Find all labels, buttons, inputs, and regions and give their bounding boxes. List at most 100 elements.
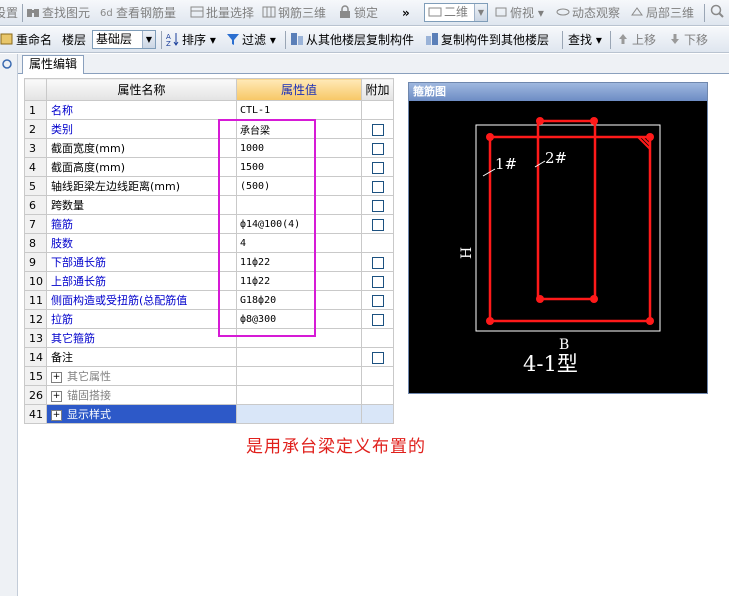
attach-checkbox[interactable] xyxy=(371,218,384,231)
row-number: 8 xyxy=(24,233,47,253)
row-number: 12 xyxy=(24,309,47,329)
row-number: 26 xyxy=(24,385,47,405)
property-name: 类别 xyxy=(46,119,237,139)
local-3d-button[interactable]: 局部三维 xyxy=(630,4,694,22)
batch-select-button[interactable]: 批量选择 xyxy=(190,4,254,22)
property-value[interactable] xyxy=(236,347,362,367)
table-row[interactable]: 15 + 其它属性 xyxy=(24,366,394,386)
filter-icon xyxy=(226,32,240,46)
property-name: + 显示样式 xyxy=(46,404,237,424)
attach-checkbox[interactable] xyxy=(371,180,384,193)
row-number: 5 xyxy=(24,176,47,196)
move-up-button[interactable]: 上移 xyxy=(616,31,656,49)
tab-property-edit[interactable]: 属性编辑 xyxy=(22,55,84,74)
property-value[interactable]: 11ф22 xyxy=(236,252,362,272)
table-row[interactable]: 26 + 锚固搭接 xyxy=(24,385,394,405)
header-corner xyxy=(24,78,47,101)
attach-checkbox[interactable] xyxy=(371,256,384,269)
rebar-dot xyxy=(486,133,494,141)
property-value[interactable] xyxy=(236,404,362,424)
top-view-icon xyxy=(494,5,508,19)
table-row[interactable]: 12 拉筋 ф8@300 xyxy=(24,309,394,329)
property-value[interactable]: ф8@300 xyxy=(236,309,362,329)
sort-button[interactable]: A Z 排序 ▾ xyxy=(166,31,216,49)
table-row[interactable]: 13 其它箍筋 xyxy=(24,328,394,348)
floor-select[interactable]: 基础层 ▼ xyxy=(92,30,156,49)
sort-icon: AZ xyxy=(166,32,180,48)
property-value[interactable]: ф14@100(4) xyxy=(236,214,362,234)
table-row[interactable]: 14 备注 xyxy=(24,347,394,367)
search-icon[interactable] xyxy=(0,54,18,74)
copy-from-other-floor-button[interactable]: 从其他楼层复制构件 xyxy=(290,31,414,49)
find-element-button[interactable]: 查找图元 xyxy=(26,4,90,22)
attach-cell xyxy=(361,385,394,405)
annotation-note: 是用承台梁定义布置的 xyxy=(246,437,426,457)
attach-checkbox[interactable] xyxy=(371,294,384,307)
rename-button[interactable]: 重命名 xyxy=(0,31,52,49)
table-row[interactable]: 7 箍筋 ф14@100(4) xyxy=(24,214,394,234)
grid-body: 1 名称 CTL-1 2 类别 承台梁 3 截面宽度(mm) 1000 4 截面高度(mm) 1500… xyxy=(24,100,394,424)
attach-checkbox[interactable] xyxy=(371,351,384,364)
property-name-text: 截面高度(mm) xyxy=(51,161,126,174)
attach-checkbox[interactable] xyxy=(371,313,384,326)
property-value[interactable]: (500) xyxy=(236,176,362,196)
copy-to-other-floor-button[interactable]: 复制构件到其他楼层 xyxy=(425,31,549,49)
row-number: 3 xyxy=(24,138,47,158)
property-value[interactable]: 4 xyxy=(236,233,362,253)
attach-cell xyxy=(361,404,394,424)
table-row[interactable]: 2 类别 承台梁 xyxy=(24,119,394,139)
property-value[interactable] xyxy=(236,366,362,386)
property-value[interactable]: 1500 xyxy=(236,157,362,177)
view-rebar-quantity-button[interactable]: 6d 查看钢筋量 xyxy=(100,4,176,22)
view-mode-select[interactable]: 二维 ▼ xyxy=(424,3,488,22)
rebar-3d-button[interactable]: 钢筋三维 xyxy=(262,4,326,22)
move-down-button[interactable]: 下移 xyxy=(668,31,708,49)
table-row[interactable]: 8 肢数 4 xyxy=(24,233,394,253)
attach-checkbox[interactable] xyxy=(371,275,384,288)
property-value[interactable]: CTL-1 xyxy=(236,100,362,120)
expand-icon[interactable]: + xyxy=(51,390,62,402)
row-number: 2 xyxy=(24,119,47,139)
row-number: 15 xyxy=(24,366,47,386)
attach-checkbox[interactable] xyxy=(371,161,384,174)
attach-checkbox[interactable] xyxy=(371,199,384,212)
table-row[interactable]: 41 + 显示样式 xyxy=(24,404,394,424)
toolbar-item-set[interactable]: 设置 xyxy=(0,4,18,22)
property-value[interactable] xyxy=(236,195,362,215)
table-row[interactable]: 6 跨数量 xyxy=(24,195,394,215)
width-label: B xyxy=(559,337,569,353)
zoom-icon[interactable] xyxy=(710,4,724,22)
property-value[interactable]: G18ф20 xyxy=(236,290,362,310)
attach-checkbox[interactable] xyxy=(371,142,384,155)
top-view-button[interactable]: 俯视 ▾ xyxy=(494,4,544,22)
table-row[interactable]: 1 名称 CTL-1 xyxy=(24,100,394,120)
table-row[interactable]: 4 截面高度(mm) 1500 xyxy=(24,157,394,177)
property-value[interactable]: 承台梁 xyxy=(236,119,362,139)
property-value[interactable] xyxy=(236,385,362,405)
lock-button[interactable]: 锁定 xyxy=(338,4,378,22)
property-name-text: 其它属性 xyxy=(67,370,111,383)
table-row[interactable]: 11 侧面构造或受扭筋(总配筋值 G18ф20 xyxy=(24,290,394,310)
filter-button[interactable]: 过滤 ▾ xyxy=(226,31,276,49)
property-value[interactable]: 1000 xyxy=(236,138,362,158)
row-number: 1 xyxy=(24,100,47,120)
table-row[interactable]: 10 上部通长筋 11ф22 xyxy=(24,271,394,291)
table-row[interactable]: 9 下部通长筋 11ф22 xyxy=(24,252,394,272)
toolbar-overflow-button[interactable]: » xyxy=(402,4,410,22)
rebar-dot xyxy=(646,317,654,325)
table-row[interactable]: 3 截面宽度(mm) 1000 xyxy=(24,138,394,158)
attach-checkbox[interactable] xyxy=(371,123,384,136)
property-name: 轴线距梁左边线距离(mm) xyxy=(46,176,237,196)
component-toolbar: 重命名 楼层 基础层 ▼ A Z 排序 ▾ 过滤 ▾ 从其他楼层复制构件 复制构件到其… xyxy=(0,27,729,53)
header-property-name: 属性名称 xyxy=(46,78,237,101)
chevron-down-icon: ▼ xyxy=(142,31,155,48)
table-row[interactable]: 5 轴线距梁左边线距离(mm) (500) xyxy=(24,176,394,196)
rename-icon xyxy=(0,32,14,46)
property-value[interactable]: 11ф22 xyxy=(236,271,362,291)
dynamic-observe-button[interactable]: 动态观察 xyxy=(556,4,620,22)
toolbar-separator xyxy=(704,4,705,22)
property-value[interactable] xyxy=(236,328,362,348)
expand-icon[interactable]: + xyxy=(51,409,62,421)
expand-icon[interactable]: + xyxy=(51,371,62,383)
find-button[interactable]: 查找 ▾ xyxy=(568,31,602,49)
